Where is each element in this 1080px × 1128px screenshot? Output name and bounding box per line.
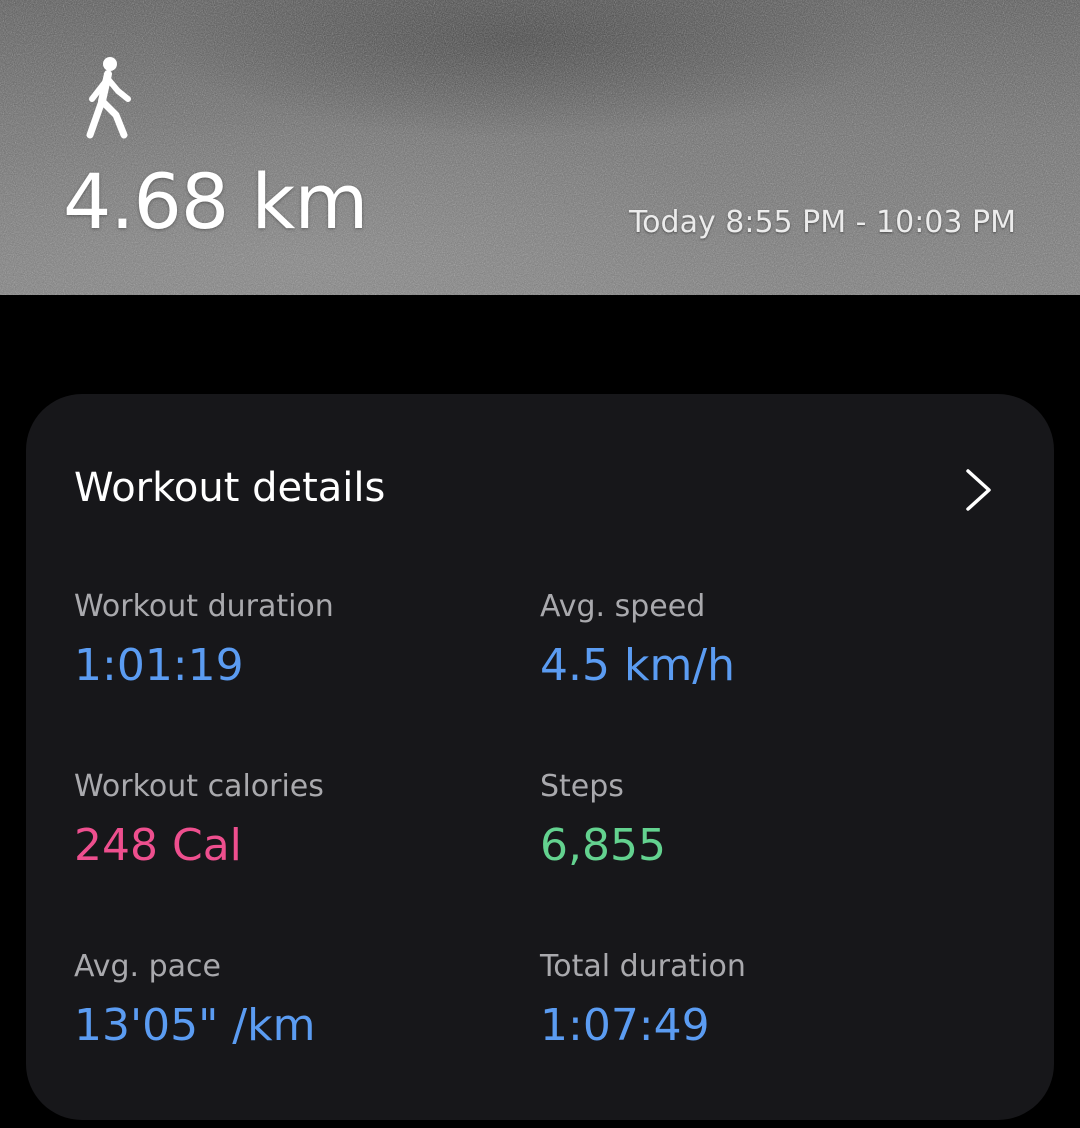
stat-label: Avg. speed — [540, 589, 706, 624]
stat-avg-pace: Avg. pace 13'05" /km — [74, 952, 315, 1048]
stat-steps: Steps 6,855 — [540, 772, 666, 868]
walking-person-icon — [86, 57, 131, 139]
stat-label: Workout duration — [74, 589, 334, 624]
stat-workout-calories: Workout calories 248 Cal — [74, 772, 324, 868]
stat-value: 13'05" /km — [74, 1000, 316, 1051]
stat-avg-speed: Avg. speed 4.5 km/h — [540, 592, 735, 688]
stat-value: 248 Cal — [74, 820, 242, 871]
card-title: Workout details — [74, 465, 386, 511]
stat-value: 4.5 km/h — [540, 640, 736, 691]
stat-label: Steps — [540, 769, 624, 804]
stat-label: Total duration — [540, 949, 746, 984]
stat-workout-duration: Workout duration 1:01:19 — [74, 592, 334, 688]
stat-label: Workout calories — [74, 769, 324, 804]
stat-total-duration: Total duration 1:07:49 — [540, 952, 746, 1048]
workout-time-range: Today 8:55 PM - 10:03 PM — [628, 205, 1016, 240]
workout-hero-banner: 4.68 km Today 8:55 PM - 10:03 PM — [0, 0, 1080, 295]
stat-value: 6,855 — [540, 820, 666, 871]
stat-label: Avg. pace — [74, 949, 222, 984]
workout-details-card[interactable]: Workout details Workout duration 1:01:19… — [26, 394, 1054, 1120]
stat-value: 1:01:19 — [74, 640, 244, 691]
distance-value: 4.68 km — [63, 157, 368, 246]
asphalt-texture — [0, 0, 1080, 295]
chevron-right-icon[interactable] — [961, 466, 995, 514]
workout-summary-screen: 4.68 km Today 8:55 PM - 10:03 PM Workout… — [0, 0, 1080, 1128]
stat-value: 1:07:49 — [540, 1000, 710, 1051]
